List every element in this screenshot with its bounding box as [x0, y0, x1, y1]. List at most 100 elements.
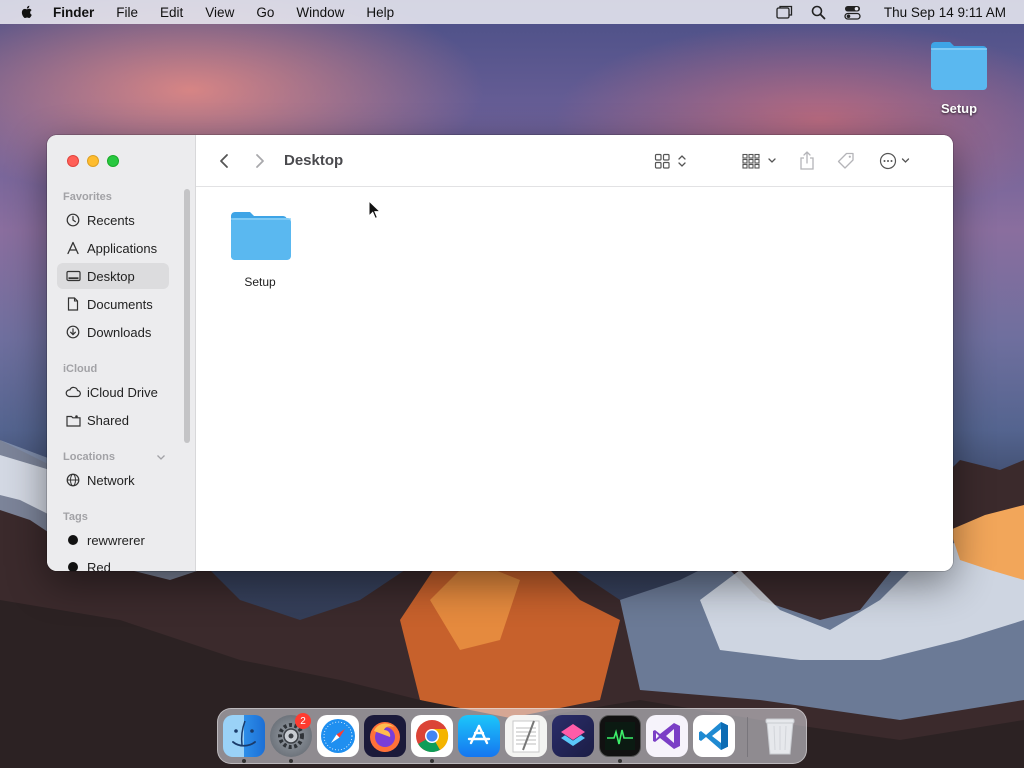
- minimize-button[interactable]: [87, 155, 99, 167]
- dock-app-safari[interactable]: [317, 715, 359, 757]
- menu-edit[interactable]: Edit: [160, 5, 183, 20]
- desktop-icon: [65, 268, 81, 284]
- menubar-clock[interactable]: Thu Sep 14 9:11 AM: [884, 5, 1006, 20]
- menu-help[interactable]: Help: [366, 5, 394, 20]
- app-store-icon: [467, 724, 491, 745]
- chevron-down-icon[interactable]: [155, 451, 167, 463]
- file-item-setup[interactable]: Setup: [230, 208, 291, 289]
- chevron-left-icon: [220, 154, 228, 168]
- running-indicator: [289, 759, 293, 763]
- tag-dot-icon: [68, 535, 78, 545]
- cloud-icon: [65, 384, 81, 400]
- mouse-cursor-icon: [368, 200, 382, 220]
- download-icon: [65, 324, 81, 340]
- dock-app-vscode[interactable]: [693, 715, 735, 757]
- menu-view[interactable]: View: [205, 5, 234, 20]
- ellipsis-circle-icon: [879, 152, 910, 170]
- sidebar-tag-red[interactable]: Red: [57, 554, 169, 571]
- globe-icon: [65, 472, 81, 488]
- running-indicator: [242, 759, 246, 763]
- sidebar-item-label: Documents: [87, 296, 153, 312]
- close-button[interactable]: [67, 155, 79, 167]
- sidebar-item-shared[interactable]: Shared: [57, 407, 169, 433]
- chevron-right-icon: [256, 154, 264, 168]
- sidebar-item-label: Applications: [87, 240, 158, 256]
- dock-app-app-store[interactable]: [458, 715, 500, 757]
- window-title: Desktop: [284, 152, 344, 169]
- group-by-button[interactable]: [741, 151, 781, 171]
- tag-dot-icon: [68, 562, 78, 571]
- visual-studio-icon: [653, 723, 680, 749]
- zoom-button[interactable]: [107, 155, 119, 167]
- share-button[interactable]: [797, 150, 817, 172]
- sidebar-item-label: Desktop: [87, 268, 135, 284]
- menu-app-finder[interactable]: Finder: [53, 5, 94, 20]
- sidebar-item-label: Red: [87, 559, 111, 572]
- spotlight-search-icon[interactable]: [810, 3, 828, 21]
- menu-window[interactable]: Window: [296, 5, 344, 20]
- sidebar-item-label: rewwrerer: [87, 532, 145, 548]
- file-browser: Setup: [196, 188, 953, 571]
- file-item-label: Setup: [244, 275, 276, 289]
- dock-app-chrome[interactable]: [411, 715, 453, 757]
- dock-app-visual-studio[interactable]: [646, 715, 688, 757]
- section-tags: Tags: [63, 511, 88, 523]
- forward-button[interactable]: [252, 151, 268, 171]
- sidebar-item-downloads[interactable]: Downloads: [57, 319, 169, 345]
- finder-window: Favorites Recents Applications Desktop D…: [47, 135, 953, 571]
- trash-icon: [765, 718, 795, 755]
- more-actions-button[interactable]: [878, 151, 914, 171]
- folder-icon: [231, 212, 291, 260]
- activity-monitor-icon: [605, 722, 635, 750]
- running-indicator: [618, 759, 622, 763]
- share-icon: [800, 151, 814, 170]
- dock-app-textedit[interactable]: [505, 715, 547, 757]
- dock-app-activity-monitor[interactable]: [599, 715, 641, 757]
- textedit-icon: [512, 720, 540, 753]
- icon-grid-view-icon: [654, 153, 686, 169]
- dock-app-shortcuts[interactable]: [552, 715, 594, 757]
- control-center-icon[interactable]: [844, 3, 862, 21]
- menu-bar: Finder File Edit View Go Window Help Thu…: [0, 0, 1024, 24]
- apple-menu-icon[interactable]: [19, 4, 35, 20]
- group-view-icon: [742, 153, 776, 169]
- document-icon: [65, 296, 81, 312]
- sidebar-scrollbar[interactable]: [184, 189, 190, 443]
- menubar-status-area: Thu Sep 14 9:11 AM: [776, 0, 1006, 24]
- section-favorites: Favorites: [63, 191, 112, 203]
- back-button[interactable]: [216, 151, 232, 171]
- sidebar-item-label: Recents: [87, 212, 135, 228]
- clock-icon: [65, 212, 81, 228]
- view-mode-button[interactable]: [652, 151, 692, 171]
- window-controls: [67, 155, 127, 167]
- tag-icon: [837, 152, 854, 169]
- dock-separator: [747, 717, 748, 757]
- menu-file[interactable]: File: [116, 5, 138, 20]
- dock-app-trash[interactable]: [759, 715, 801, 757]
- window-switcher-icon[interactable]: [776, 3, 794, 21]
- sidebar-item-network[interactable]: Network: [57, 467, 169, 493]
- sidebar: Favorites Recents Applications Desktop D…: [47, 135, 196, 571]
- dock-app-firefox[interactable]: [364, 715, 406, 757]
- sidebar-item-icloud-drive[interactable]: iCloud Drive: [57, 379, 169, 405]
- sidebar-item-documents[interactable]: Documents: [57, 291, 169, 317]
- finder-icon: [232, 720, 256, 747]
- dock: 2: [217, 708, 807, 764]
- menu-go[interactable]: Go: [256, 5, 274, 20]
- sidebar-item-desktop[interactable]: Desktop: [57, 263, 169, 289]
- sidebar-item-label: iCloud Drive: [87, 384, 158, 400]
- desktop-folder-setup[interactable]: Setup: [924, 38, 994, 116]
- vscode-icon: [699, 722, 728, 750]
- dock-app-finder[interactable]: [223, 715, 265, 757]
- sidebar-item-label: Network: [87, 472, 135, 488]
- applications-icon: [65, 240, 81, 256]
- sidebar-tag-rewwrerer[interactable]: rewwrerer: [57, 527, 169, 553]
- firefox-icon: [370, 722, 400, 752]
- sidebar-item-recents[interactable]: Recents: [57, 207, 169, 233]
- sidebar-item-applications[interactable]: Applications: [57, 235, 169, 261]
- tags-button[interactable]: [836, 151, 856, 171]
- sidebar-item-label: Shared: [87, 412, 129, 428]
- section-icloud: iCloud: [63, 363, 98, 375]
- section-locations: Locations: [63, 451, 115, 463]
- desktop-folder-label: Setup: [940, 101, 978, 116]
